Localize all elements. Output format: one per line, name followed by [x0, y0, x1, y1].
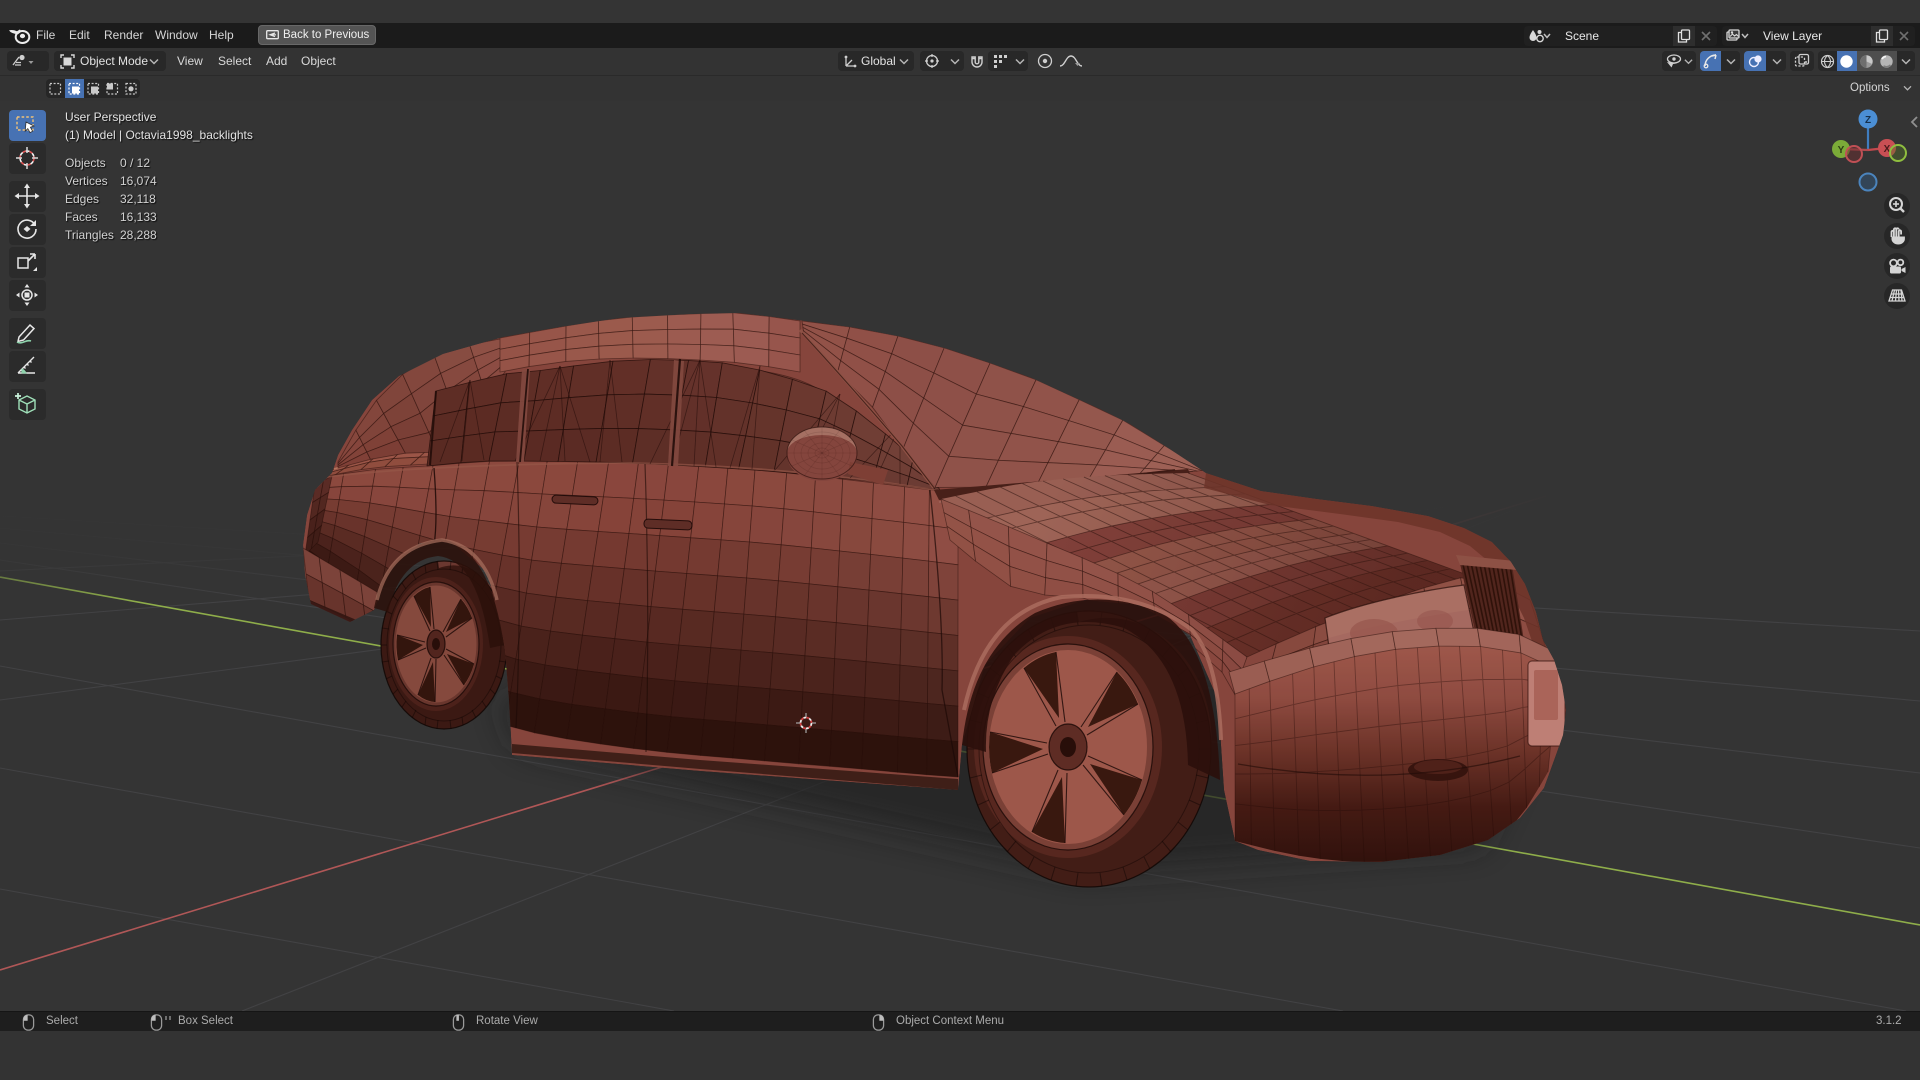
- svg-text:Z: Z: [1865, 115, 1871, 126]
- svg-text:Y: Y: [1838, 145, 1845, 156]
